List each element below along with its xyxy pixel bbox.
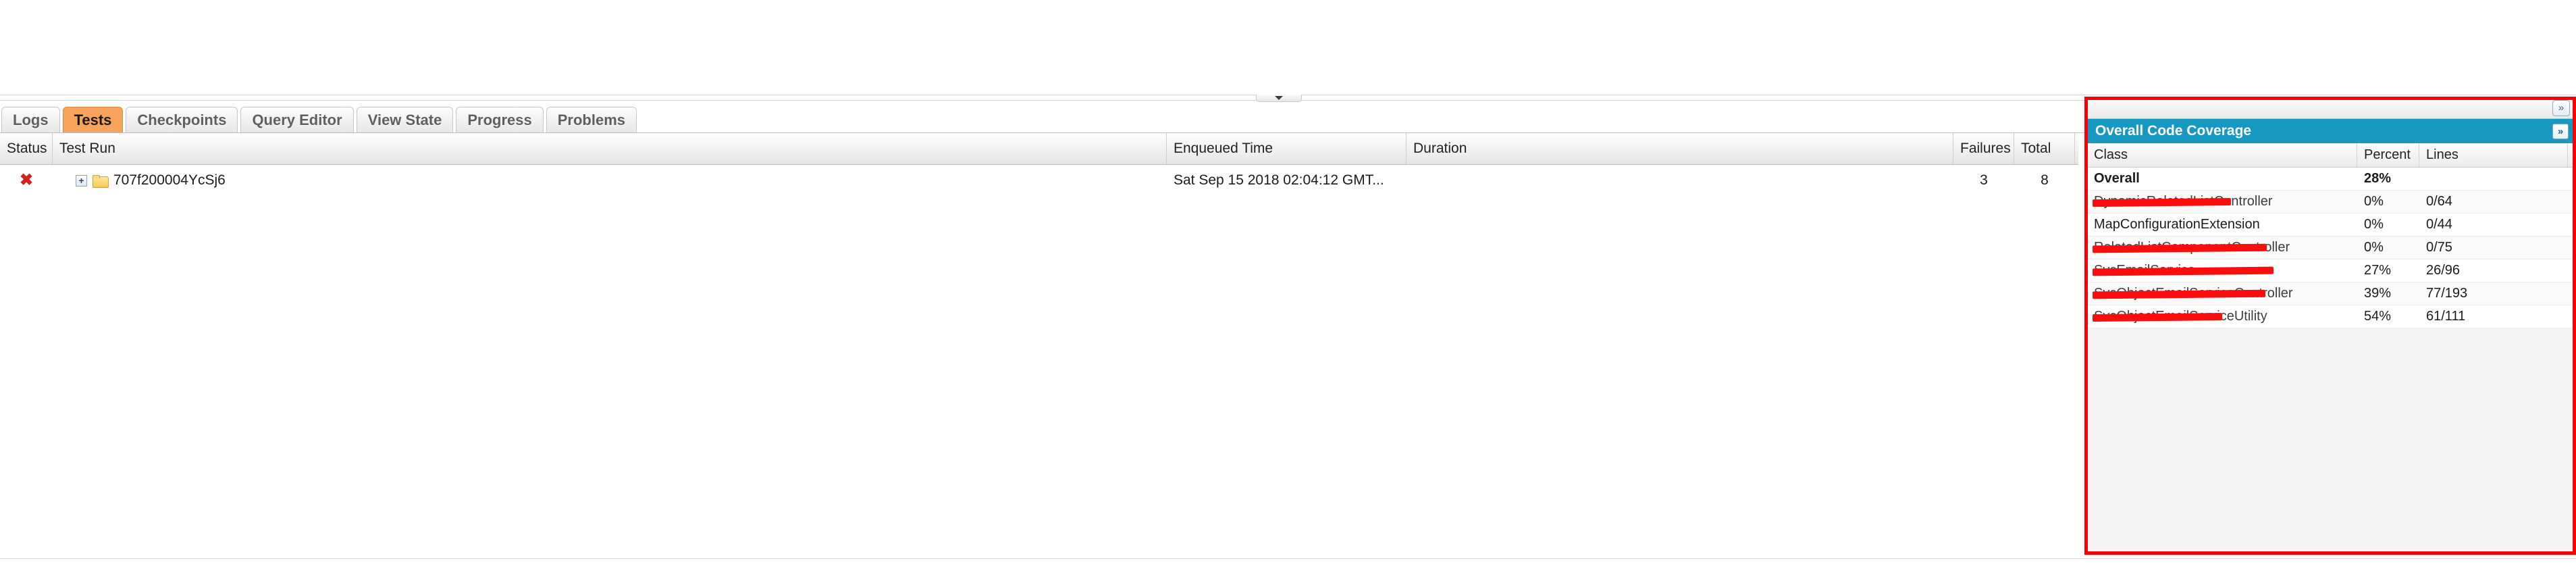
coverage-row[interactable]: SvcObjectEmailServiceController 39% 77/1… bbox=[2087, 282, 2575, 305]
coverage-row-overall[interactable]: Overall 28% bbox=[2087, 168, 2575, 191]
double-chevron-down-icon[interactable]: » bbox=[2552, 99, 2570, 116]
column-label: Status bbox=[7, 141, 47, 156]
coverage-percent: 0% bbox=[2364, 217, 2384, 232]
coverage-percent: 39% bbox=[2364, 286, 2392, 301]
expand-node-icon[interactable]: + bbox=[76, 174, 87, 187]
coverage-class-name-redacted: SvcObjectEmailServiceController bbox=[2087, 282, 2357, 305]
column-header-failures[interactable]: Failures bbox=[1953, 133, 2014, 164]
tab-progress[interactable]: Progress bbox=[456, 107, 544, 132]
row-total-cell: 8 bbox=[2041, 172, 2049, 188]
coverage-class-name: SvcEmailService bbox=[2094, 263, 2196, 278]
column-label: Total bbox=[2021, 141, 2051, 156]
tab-label: View State bbox=[367, 111, 442, 128]
coverage-panel-toolbar: » bbox=[2087, 97, 2575, 119]
coverage-panel-header: Overall Code Coverage » bbox=[2087, 119, 2575, 143]
row-failures-cell: 3 bbox=[1980, 172, 1988, 188]
coverage-class-name-redacted: SvcEmailService bbox=[2087, 259, 2357, 282]
splitter-collapse-handle[interactable] bbox=[1256, 95, 1302, 102]
coverage-row[interactable]: SvcObjectEmailServiceUtility 54% 61/111 bbox=[2087, 305, 2575, 328]
bottom-strip bbox=[0, 558, 2576, 571]
column-header-status[interactable]: Status bbox=[0, 133, 53, 164]
coverage-lines bbox=[2419, 168, 2568, 190]
test-grid-header-row: Status Test Run Enqueued Time Duration F… bbox=[0, 133, 2078, 165]
coverage-class-name: DynamicRelatedListController bbox=[2094, 194, 2273, 209]
table-row[interactable]: ✖ + 707f200004YcSj6 Sat Sep 15 2018 02:0… bbox=[0, 165, 2078, 196]
tab-checkpoints[interactable]: Checkpoints bbox=[126, 107, 238, 132]
column-label: Enqueued Time bbox=[1174, 141, 1273, 156]
row-enqueued-time-cell: Sat Sep 15 2018 02:04:12 GMT... bbox=[1174, 172, 1384, 188]
coverage-lines: 26/96 bbox=[2426, 263, 2461, 278]
coverage-row[interactable]: SvcEmailService 27% 26/96 bbox=[2087, 259, 2575, 282]
tab-label: Tests bbox=[74, 111, 112, 128]
row-duration-cell bbox=[1407, 165, 1953, 196]
coverage-class-name: SvcObjectEmailServiceController bbox=[2094, 286, 2293, 301]
column-label: Failures bbox=[1960, 141, 2011, 156]
coverage-lines: 61/111 bbox=[2426, 309, 2466, 324]
coverage-row[interactable]: MapConfigurationExtension 0% 0/44 bbox=[2087, 214, 2575, 237]
column-header-test-run[interactable]: Test Run bbox=[53, 133, 1167, 164]
coverage-lines: 77/193 bbox=[2426, 286, 2468, 301]
coverage-column-header-percent[interactable]: Percent bbox=[2357, 143, 2419, 167]
coverage-lines: 0/75 bbox=[2426, 240, 2452, 255]
column-header-duration[interactable]: Duration bbox=[1407, 133, 1953, 164]
tab-label: Progress bbox=[467, 111, 532, 128]
triangle-down-icon bbox=[1275, 96, 1283, 100]
tab-label: Checkpoints bbox=[137, 111, 227, 128]
column-label: Duration bbox=[1413, 141, 1467, 156]
coverage-class-name: Overall bbox=[2094, 171, 2140, 186]
coverage-percent: 0% bbox=[2364, 194, 2384, 209]
tab-logs[interactable]: Logs bbox=[1, 107, 60, 132]
tab-problems[interactable]: Problems bbox=[546, 107, 637, 132]
coverage-lines: 0/64 bbox=[2426, 194, 2452, 209]
coverage-table: Class Percent Lines Overall 28% DynamicR… bbox=[2087, 143, 2575, 328]
coverage-percent: 0% bbox=[2364, 240, 2384, 255]
coverage-class-name: RelatedListComponentController bbox=[2094, 240, 2290, 255]
coverage-percent: 28% bbox=[2364, 171, 2392, 186]
coverage-column-header-class[interactable]: Class bbox=[2087, 143, 2357, 167]
column-header-total[interactable]: Total bbox=[2014, 133, 2075, 164]
coverage-column-header-lines[interactable]: Lines bbox=[2419, 143, 2568, 167]
column-header-enqueued-time[interactable]: Enqueued Time bbox=[1167, 133, 1407, 164]
editor-blank-area bbox=[0, 0, 2576, 95]
coverage-percent: 27% bbox=[2364, 263, 2392, 278]
coverage-class-name-redacted: RelatedListComponentController bbox=[2087, 237, 2357, 259]
row-status-cell: ✖ bbox=[0, 165, 53, 196]
folder-icon bbox=[93, 174, 109, 188]
test-results-grid: Status Test Run Enqueued Time Duration F… bbox=[0, 133, 2078, 571]
coverage-row[interactable]: RelatedListComponentController 0% 0/75 bbox=[2087, 237, 2575, 259]
row-test-run-cell: + 707f200004YcSj6 bbox=[53, 165, 1167, 196]
coverage-class-name: MapConfigurationExtension bbox=[2094, 217, 2260, 232]
tab-view-state[interactable]: View State bbox=[356, 107, 454, 132]
overall-code-coverage-panel: » Overall Code Coverage » Class Percent … bbox=[2086, 97, 2576, 555]
column-label: Class bbox=[2094, 147, 2128, 162]
coverage-lines: 0/44 bbox=[2426, 217, 2452, 232]
test-run-id: 707f200004YcSj6 bbox=[113, 172, 226, 188]
tab-query-editor[interactable]: Query Editor bbox=[240, 107, 354, 132]
coverage-row[interactable]: DynamicRelatedListController 0% 0/64 bbox=[2087, 191, 2575, 214]
coverage-header-row: Class Percent Lines bbox=[2087, 143, 2575, 168]
coverage-percent: 54% bbox=[2364, 309, 2392, 324]
tab-label: Query Editor bbox=[252, 111, 342, 128]
tab-tests[interactable]: Tests bbox=[62, 107, 124, 132]
failure-x-icon[interactable]: ✖ bbox=[7, 172, 46, 189]
coverage-class-name-redacted: SvcObjectEmailServiceUtility bbox=[2087, 305, 2357, 328]
tab-label: Logs bbox=[13, 111, 49, 128]
coverage-class-name-redacted: DynamicRelatedListController bbox=[2087, 191, 2357, 213]
column-label: Percent bbox=[2364, 147, 2411, 162]
column-label: Lines bbox=[2426, 147, 2459, 162]
column-label: Test Run bbox=[59, 141, 115, 156]
coverage-panel-title: Overall Code Coverage bbox=[2095, 123, 2252, 139]
coverage-class-name: SvcObjectEmailServiceUtility bbox=[2094, 309, 2267, 324]
tab-label: Problems bbox=[557, 111, 625, 128]
developer-console-window: Logs Tests Checkpoints Query Editor View… bbox=[0, 0, 2576, 571]
double-chevron-right-icon[interactable]: » bbox=[2552, 123, 2569, 139]
